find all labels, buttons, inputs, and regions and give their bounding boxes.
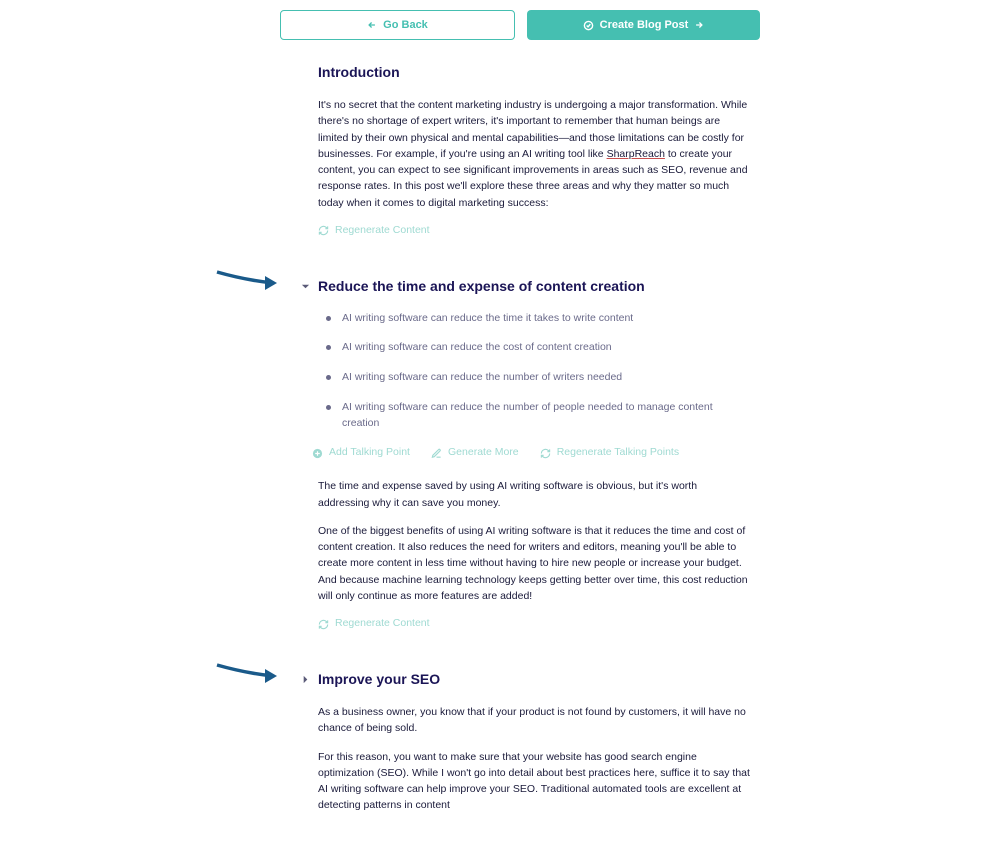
regenerate-talking-points-button[interactable]: Regenerate Talking Points	[540, 445, 679, 461]
edit-icon	[431, 448, 442, 459]
intro-actions: Regenerate Content	[318, 223, 750, 242]
reduce-regen-actions: Regenerate Content	[318, 616, 750, 635]
talking-point-item[interactable]: AI writing software can reduce the cost …	[326, 340, 750, 356]
talking-point-item[interactable]: AI writing software can reduce the numbe…	[326, 370, 750, 386]
annotation-arrow-icon	[215, 268, 285, 294]
regenerate-content-label: Regenerate Content	[335, 223, 430, 239]
talking-points-list: AI writing software can reduce the time …	[326, 311, 750, 432]
tool-link[interactable]: SharpReach	[607, 148, 665, 160]
annotation-arrow-icon	[215, 661, 285, 687]
refresh-icon	[318, 225, 329, 236]
add-talking-point-button[interactable]: Add Talking Point	[312, 445, 410, 461]
page-container: Go Back Create Blog Post Introduction It…	[280, 0, 760, 856]
regenerate-content-button[interactable]: Regenerate Content	[318, 616, 430, 632]
go-back-button[interactable]: Go Back	[280, 10, 515, 40]
refresh-icon	[540, 448, 551, 459]
create-blog-post-label: Create Blog Post	[600, 19, 689, 31]
check-circle-icon	[583, 20, 594, 31]
reduce-para-1: The time and expense saved by using AI w…	[318, 478, 750, 511]
arrow-left-icon	[367, 20, 377, 30]
plus-circle-icon	[312, 448, 323, 459]
regenerate-talking-points-label: Regenerate Talking Points	[557, 445, 679, 461]
reduce-para-2: One of the biggest benefits of using AI …	[318, 523, 750, 604]
talking-point-item[interactable]: AI writing software can reduce the time …	[326, 311, 750, 327]
caret-down-icon	[300, 281, 310, 291]
caret-right-icon	[300, 675, 310, 685]
regenerate-content-button[interactable]: Regenerate Content	[318, 223, 430, 239]
header-buttons: Go Back Create Blog Post	[280, 10, 760, 40]
section-reduce-header[interactable]: Reduce the time and expense of content c…	[300, 276, 750, 297]
seo-para-2: For this reason, you want to make sure t…	[318, 749, 750, 814]
refresh-icon	[318, 619, 329, 630]
talking-point-item[interactable]: AI writing software can reduce the numbe…	[326, 400, 750, 432]
generate-more-button[interactable]: Generate More	[431, 445, 519, 461]
go-back-label: Go Back	[383, 19, 428, 31]
add-talking-point-label: Add Talking Point	[329, 445, 410, 461]
create-blog-post-button[interactable]: Create Blog Post	[527, 10, 760, 40]
intro-body: It's no secret that the content marketin…	[318, 97, 750, 211]
generate-more-label: Generate More	[448, 445, 519, 461]
seo-para-1: As a business owner, you know that if yo…	[318, 704, 750, 737]
section-seo-header[interactable]: Improve your SEO	[300, 669, 750, 690]
section-seo-title: Improve your SEO	[318, 669, 440, 690]
talking-points-actions: Add Talking Point Generate More Regenera…	[312, 445, 750, 464]
content-area: Introduction It's no secret that the con…	[280, 62, 760, 814]
regenerate-content-label: Regenerate Content	[335, 616, 430, 632]
arrow-right-icon	[694, 20, 704, 30]
intro-title: Introduction	[318, 62, 750, 83]
section-reduce-title: Reduce the time and expense of content c…	[318, 276, 645, 297]
